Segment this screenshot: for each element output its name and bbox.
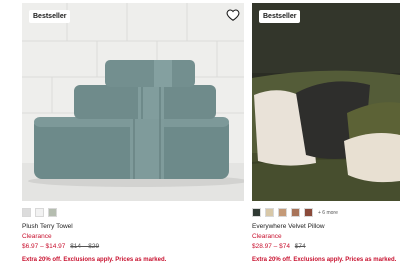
- sale-price: $6.97 – $14.97: [22, 243, 66, 250]
- color-swatch[interactable]: [291, 208, 300, 217]
- color-swatch[interactable]: [22, 208, 31, 217]
- original-price: $14 – $29: [70, 243, 100, 250]
- color-swatch[interactable]: [35, 208, 44, 217]
- original-price: $74: [294, 243, 306, 250]
- clearance-label: Clearance: [252, 233, 282, 240]
- bestseller-badge: Bestseller: [29, 10, 71, 23]
- color-swatches: + 6 more: [252, 208, 338, 217]
- bestseller-badge: Bestseller: [259, 10, 301, 23]
- more-colors-link[interactable]: + 6 more: [318, 210, 338, 216]
- price: $28.97 – $74 $74: [252, 243, 306, 250]
- product-title[interactable]: Everywhere Velvet Pillow: [252, 223, 325, 230]
- color-swatch[interactable]: [265, 208, 274, 217]
- color-swatches: [22, 208, 61, 217]
- color-swatch[interactable]: [278, 208, 287, 217]
- product-image-pillow[interactable]: Bestseller: [252, 3, 400, 201]
- clearance-label: Clearance: [22, 233, 52, 240]
- towel-photo: [22, 3, 244, 201]
- promo-text: Extra 20% off. Exclusions apply. Prices …: [252, 257, 397, 263]
- sale-price: $28.97 – $74: [252, 243, 290, 250]
- price: $6.97 – $14.97 $14 – $29: [22, 243, 99, 250]
- product-image-towel[interactable]: Bestseller: [22, 3, 244, 201]
- heart-icon[interactable]: [226, 8, 240, 22]
- color-swatch[interactable]: [252, 208, 261, 217]
- promo-text: Extra 20% off. Exclusions apply. Prices …: [22, 257, 167, 263]
- color-swatch[interactable]: [304, 208, 313, 217]
- product-card-towel[interactable]: Bestseller Plush Terry Towel Clearance $…: [22, 0, 244, 272]
- pillow-photo: [252, 3, 400, 201]
- product-card-pillow[interactable]: Bestseller + 6 more Everywhere Velvet Pi…: [252, 0, 400, 272]
- color-swatch[interactable]: [48, 208, 57, 217]
- product-title[interactable]: Plush Terry Towel: [22, 223, 73, 230]
